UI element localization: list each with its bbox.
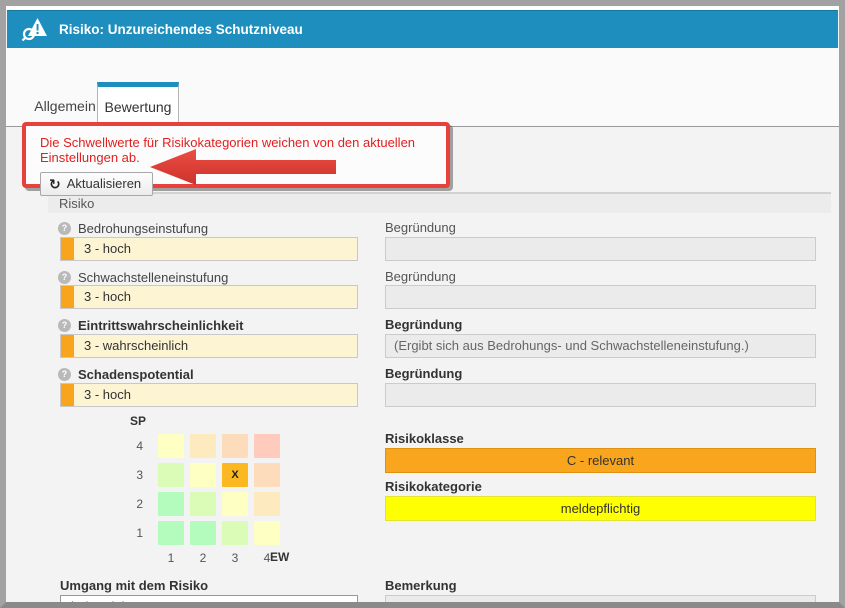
matrix-x-axis-label: EW [270,550,289,564]
begruendung-2-input[interactable] [385,285,816,309]
dialog-body: Risiko: Unzureichendes Schutzniveau Allg… [6,6,839,602]
help-icon[interactable]: ? [58,222,71,235]
matrix-cell-ew1-sp4[interactable] [158,434,184,458]
help-icon[interactable]: ? [58,271,71,284]
rating-accent-bar [61,335,74,357]
rating-accent-bar [61,286,74,308]
matrix-row-label-sp4: 4 [124,434,152,458]
bedrohungseinstufung-field[interactable]: 3 - hoch [60,237,358,261]
matrix-corner-spacer [124,550,152,574]
risikokategorie-value-bar: meldepflichtig [385,496,816,521]
label-risikoklasse: Risikoklasse [385,431,464,447]
title-bar: Risiko: Unzureichendes Schutzniveau [7,10,838,48]
tab-allgemein[interactable]: Allgemein [34,84,96,127]
matrix-cell-ew1-sp1[interactable] [158,521,184,545]
label-begruendung-4: Begründung [385,366,462,382]
matrix-cell-ew4-sp4[interactable] [254,434,280,458]
annotation-arrow [150,149,336,185]
matrix-col-label-ew1: 1 [158,550,184,574]
matrix-y-axis-label: SP [130,414,146,428]
help-icon[interactable]: ? [58,319,71,332]
matrix-cell-ew2-sp2[interactable] [190,492,216,516]
matrix-row-label-sp2: 2 [124,492,152,516]
matrix-cell-ew4-sp3[interactable] [254,463,280,487]
matrix-cell-ew2-sp3[interactable] [190,463,216,487]
risikoklasse-value-bar: C - relevant [385,448,816,473]
schadenspotential-field[interactable]: 3 - hoch [60,383,358,407]
rating-accent-bar [61,384,74,406]
label-bemerkung: Bemerkung [385,578,457,593]
label-eintrittswahrscheinlichkeit: ? Eintrittswahrscheinlichkeit [58,317,243,333]
label-schadenspotential: ? Schadenspotential [58,366,194,382]
matrix-col-label-ew3: 3 [222,550,248,574]
begruendung-4-input[interactable] [385,383,816,407]
umgang-dropdown[interactable]: behandeln [60,595,358,602]
label-umgang-mit-dem-risiko: Umgang mit dem Risiko [60,578,208,593]
begruendung-3-input[interactable]: (Ergibt sich aus Bedrohungs- und Schwach… [385,334,816,358]
matrix-row-label-sp1: 1 [124,521,152,545]
aktualisieren-button[interactable]: ↻ Aktualisieren [40,172,153,196]
matrix-cell-ew4-sp2[interactable] [254,492,280,516]
refresh-icon: ↻ [49,177,61,191]
matrix-cell-ew1-sp3[interactable] [158,463,184,487]
label-schwachstelleneinstufung: ? Schwachstelleneinstufung [58,269,228,285]
matrix-cell-ew1-sp2[interactable] [158,492,184,516]
label-begruendung-1: Begründung [385,220,456,236]
risk-warning-magnifier-icon [21,16,48,43]
rating-accent-bar [61,238,74,260]
bemerkung-input[interactable] [385,595,816,602]
begruendung-1-input[interactable] [385,237,816,261]
matrix-row-label-sp3: 3 [124,463,152,487]
matrix-cell-ew3-sp1[interactable] [222,521,248,545]
label-bedrohungseinstufung: ? Bedrohungseinstufung [58,220,208,236]
matrix-cell-ew3-sp4[interactable] [222,434,248,458]
matrix-cell-ew3-sp3[interactable]: X [222,463,248,487]
label-begruendung-2: Begründung [385,269,456,285]
help-icon[interactable]: ? [58,368,71,381]
eintrittswahrscheinlichkeit-field[interactable]: 3 - wahrscheinlich [60,334,358,358]
matrix-cell-ew4-sp1[interactable] [254,521,280,545]
matrix-cell-ew2-sp1[interactable] [190,521,216,545]
matrix-cell-ew3-sp2[interactable] [222,492,248,516]
risk-dialog-window: Risiko: Unzureichendes Schutzniveau Allg… [0,0,845,608]
aktualisieren-button-label: Aktualisieren [67,176,141,191]
tab-bewertung[interactable]: Bewertung [97,82,179,127]
window-title: Risiko: Unzureichendes Schutzniveau [59,22,303,37]
label-begruendung-3: Begründung [385,317,462,333]
label-risikokategorie: Risikokategorie [385,479,482,495]
risk-matrix-grid: 43X211234 [124,434,280,574]
matrix-col-label-ew2: 2 [190,550,216,574]
schwachstelleneinstufung-field[interactable]: 3 - hoch [60,285,358,309]
matrix-cell-ew2-sp4[interactable] [190,434,216,458]
